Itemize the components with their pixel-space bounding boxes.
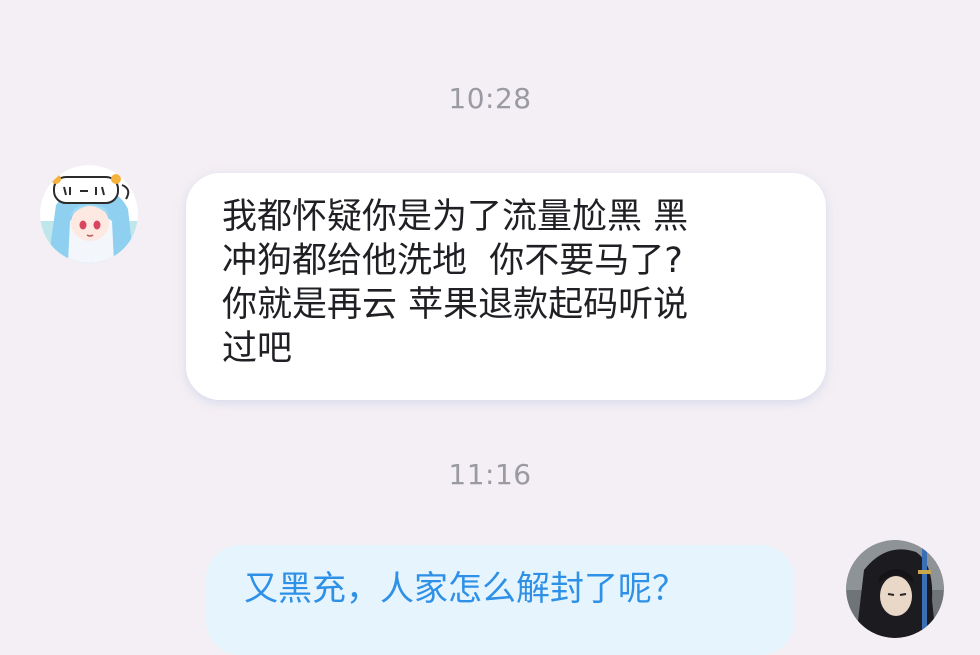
message-timestamp: 11:16 [448,458,532,491]
message-timestamp: 10:28 [448,82,532,115]
message-text: 又黑充，人家怎么解封了呢？ [244,569,686,609]
sent-message-bubble[interactable]: 又黑充，人家怎么解封了呢？ [206,545,794,655]
message-text: 我都怀疑你是为了流量尬黑 黑 冲狗都给他洗地 你不要马了? 你就是再云 苹果退款… [222,197,689,369]
anime-girl-avatar-icon[interactable] [40,165,138,263]
received-message-bubble[interactable]: 我都怀疑你是为了流量尬黑 黑 冲狗都给他洗地 你不要马了? 你就是再云 苹果退款… [186,173,826,400]
swordsman-avatar-icon[interactable] [846,540,944,638]
